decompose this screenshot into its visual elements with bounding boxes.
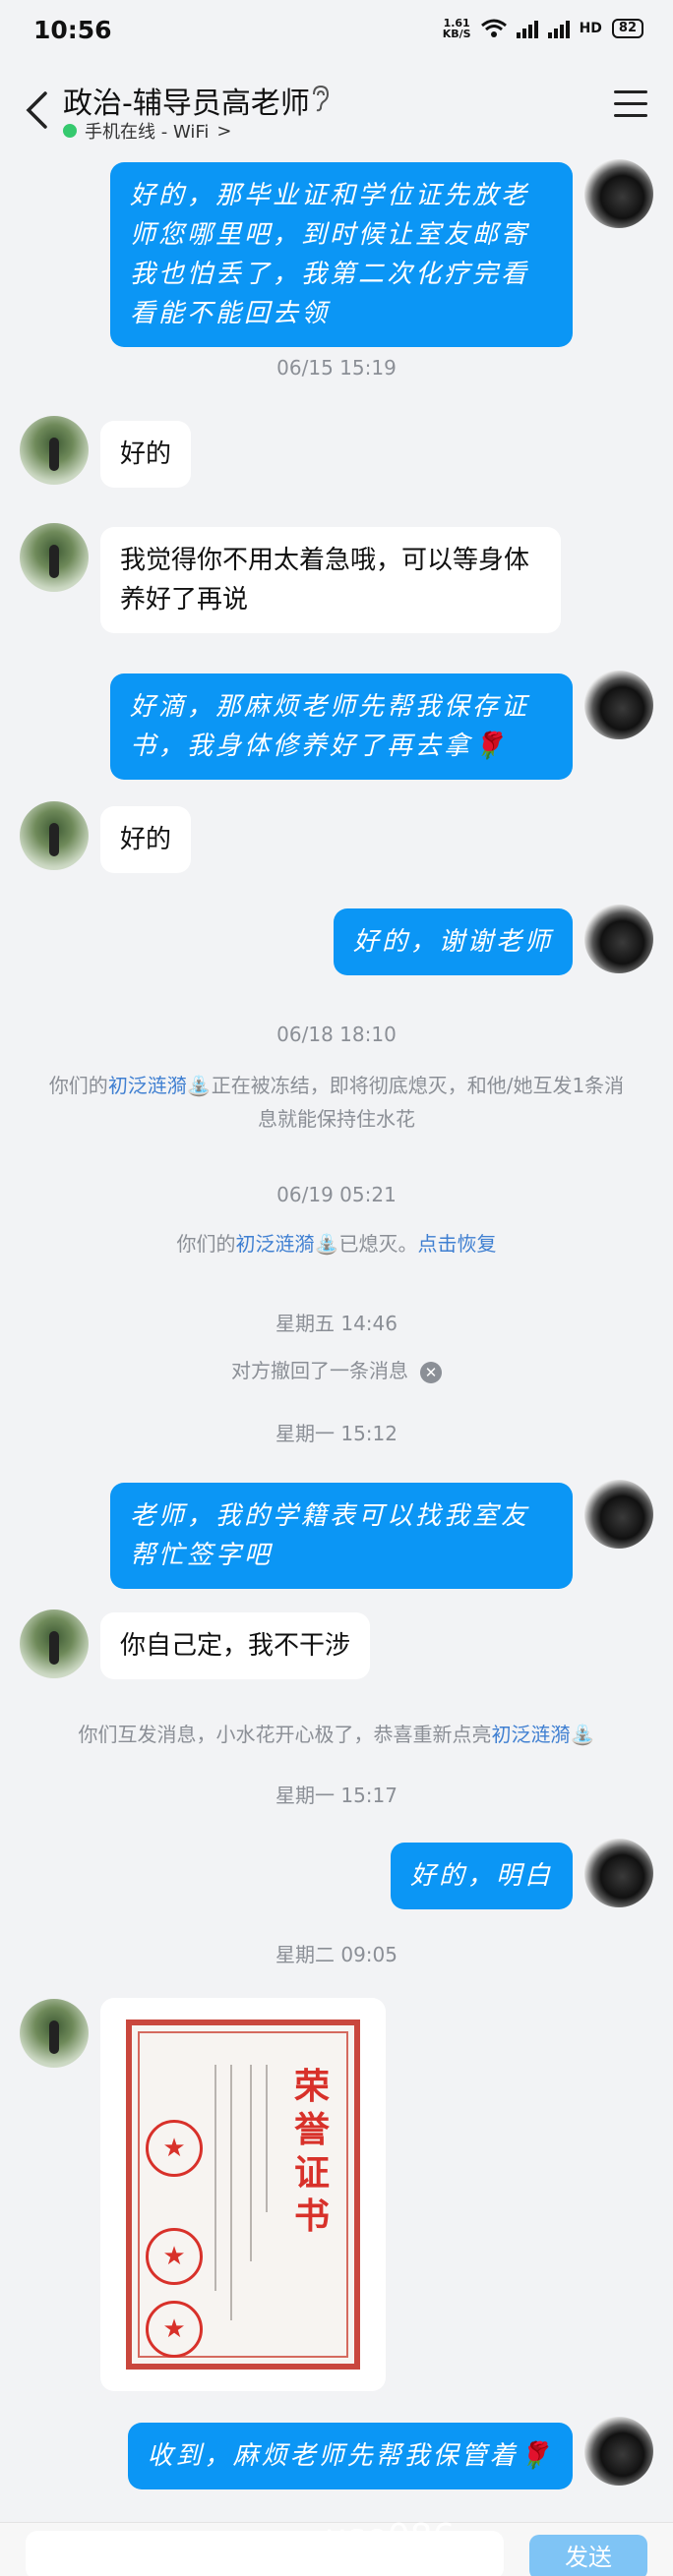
received-message[interactable]: 好的 xyxy=(100,806,192,873)
red-seal-icon: ★ xyxy=(146,2228,203,2285)
system-notice-restored: 你们互发消息，小水花开心极了，恭喜重新点亮初泛涟漪⛲ xyxy=(78,1723,595,1746)
back-arrow-icon[interactable] xyxy=(24,90,49,130)
sent-message[interactable]: 收到，麻烦老师先帮我保管着🌹 xyxy=(127,2423,573,2489)
certificate-text-line xyxy=(250,2065,252,2261)
timestamp: 06/19 05:21 xyxy=(276,1183,397,1206)
received-message[interactable]: 好的 xyxy=(100,421,192,488)
system-notice-extinguished: 你们的初泛涟漪⛲已熄灭。点击恢复 xyxy=(176,1232,497,1256)
my-avatar[interactable] xyxy=(584,1839,653,1907)
red-seal-icon: ★ xyxy=(146,2120,203,2177)
close-icon[interactable]: ✕ xyxy=(420,1361,442,1383)
timestamp: 星期二 09:05 xyxy=(275,1943,398,1966)
streak-link[interactable]: 初泛涟漪⛲ xyxy=(108,1074,212,1097)
sent-message[interactable]: 好的，那毕业证和学位证先放老师您哪里吧，到时候让室友邮寄我也怕丢了，我第二次化疗… xyxy=(110,162,573,347)
teacher-avatar[interactable] xyxy=(20,1999,89,2068)
teacher-avatar[interactable] xyxy=(20,801,89,870)
certificate-image: 荣誉证书 ★ ★ ★ xyxy=(126,2020,360,2370)
timestamp: 星期五 14:46 xyxy=(275,1312,398,1335)
certificate-title: 荣誉证书 xyxy=(293,2066,330,2237)
my-avatar[interactable] xyxy=(584,1480,653,1549)
chevron-right-icon: > xyxy=(216,120,232,142)
sent-message[interactable]: 好滴，那麻烦老师先帮我保存证书，我身体修养好了再去拿🌹 xyxy=(110,673,573,780)
teacher-avatar[interactable] xyxy=(20,1610,89,1678)
status-time: 10:56 xyxy=(33,16,112,44)
contact-name[interactable]: 政治-辅导员高老师 xyxy=(63,79,310,122)
timestamp: 06/18 18:10 xyxy=(276,1023,397,1046)
chat-header: 政治-辅导员高老师 手机在线 - WiFi > xyxy=(0,61,673,159)
timestamp: 星期一 15:12 xyxy=(275,1422,398,1445)
timestamp: 06/15 15:19 xyxy=(276,356,397,380)
menu-icon[interactable] xyxy=(614,90,647,120)
certificate-text-line xyxy=(214,2065,216,2291)
received-message[interactable]: 我觉得你不用太着急哦，可以等身体养好了再说 xyxy=(100,527,561,633)
my-avatar[interactable] xyxy=(584,159,653,228)
battery-icon: 82 xyxy=(611,19,643,38)
hd-badge: HD xyxy=(579,21,602,36)
signal-bars-icon-2 xyxy=(547,19,570,38)
received-message[interactable]: 你自己定，我不干涉 xyxy=(100,1612,371,1679)
my-avatar[interactable] xyxy=(584,2417,653,2486)
certificate-text-line xyxy=(230,2065,232,2320)
ear-icon xyxy=(313,85,330,112)
my-avatar[interactable] xyxy=(584,905,653,973)
restore-link[interactable]: 点击恢复 xyxy=(417,1232,496,1256)
status-bar: 10:56 1.61 KB/S HD 82 xyxy=(0,0,673,61)
certificate-text-line xyxy=(266,2065,268,2212)
teacher-avatar[interactable] xyxy=(20,416,89,485)
teacher-avatar[interactable] xyxy=(20,523,89,592)
signal-bars-icon xyxy=(516,19,538,38)
status-icons: 1.61 KB/S HD 82 xyxy=(443,18,643,39)
timestamp: 星期一 15:17 xyxy=(275,1784,398,1807)
send-button[interactable]: 发送 xyxy=(529,2535,647,2576)
net-speed: 1.61 KB/S xyxy=(442,17,471,40)
sent-message[interactable]: 好的，明白 xyxy=(390,1843,573,1909)
streak-link[interactable]: 初泛涟漪⛲ xyxy=(492,1723,595,1746)
wifi-icon xyxy=(480,19,507,37)
my-avatar[interactable] xyxy=(584,671,653,739)
watermark-text: use086 xyxy=(325,2517,456,2557)
streak-link[interactable]: 初泛涟漪⛲ xyxy=(236,1232,339,1256)
sent-message[interactable]: 老师，我的学籍表可以找我室友帮忙签字吧 xyxy=(110,1483,573,1589)
red-seal-icon: ★ xyxy=(146,2301,203,2358)
sent-message[interactable]: 好的，谢谢老师 xyxy=(333,908,573,975)
online-status[interactable]: 手机在线 - WiFi > xyxy=(63,118,231,144)
system-notice-recalled: 对方撤回了一条消息 ✕ xyxy=(39,1354,634,1387)
system-notice-freezing: 你们的初泛涟漪⛲正在被冻结，即将彻底熄灭，和他/她互发1条消息就能保持住水花 xyxy=(48,1074,625,1131)
online-dot-icon xyxy=(63,124,77,138)
image-message[interactable]: 荣誉证书 ★ ★ ★ xyxy=(100,1998,386,2391)
